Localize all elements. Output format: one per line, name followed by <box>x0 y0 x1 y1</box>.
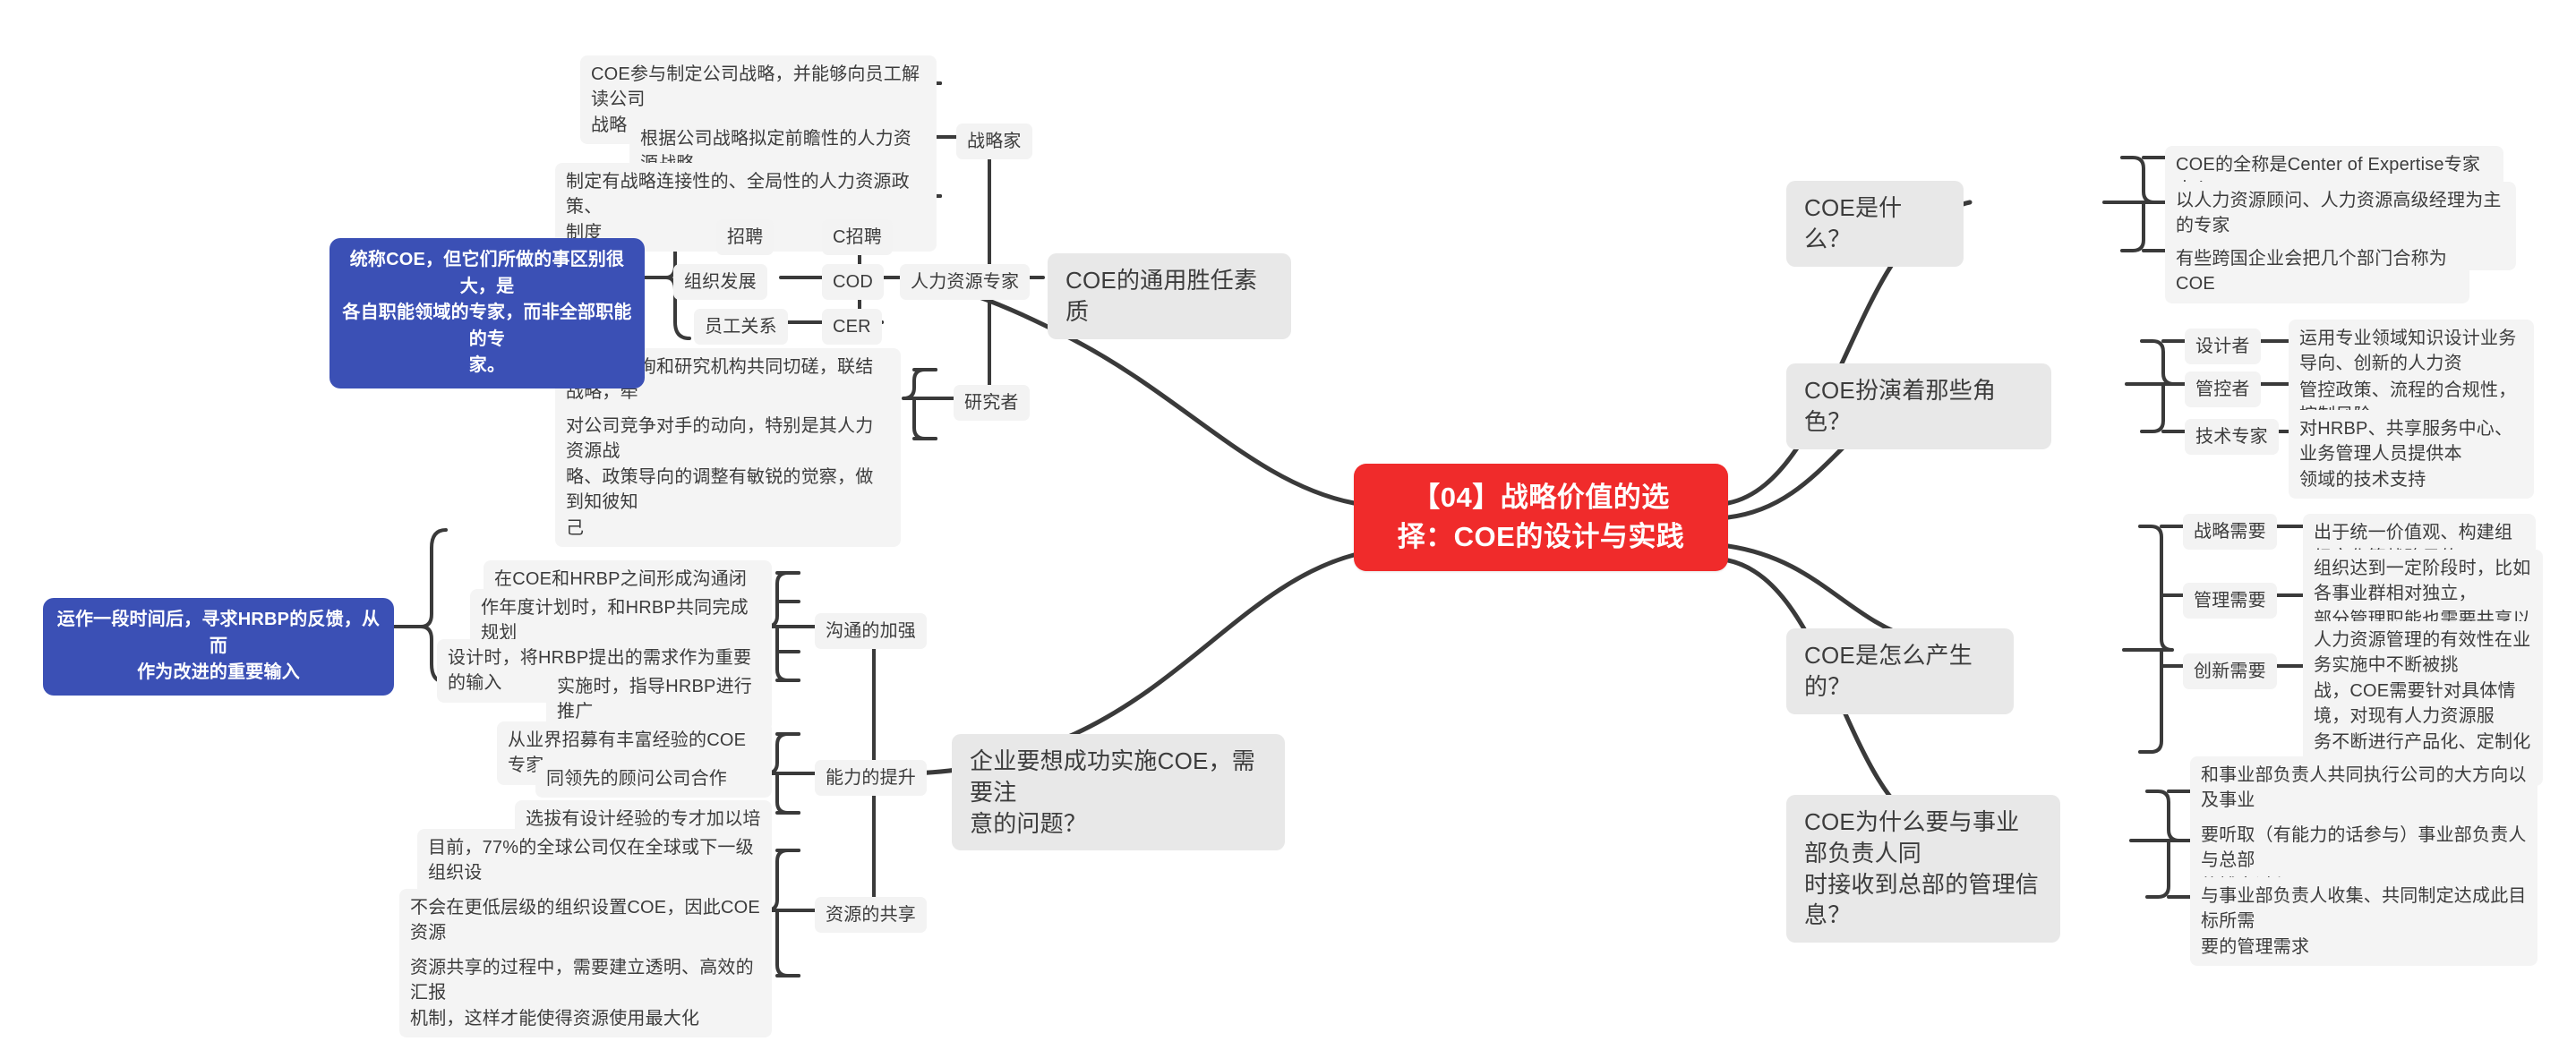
callout-coe-experts[interactable]: 统称COE，但它们所做的事区别很大，是 各自职能领域的专家，而非全部职能的专 家… <box>329 238 645 388</box>
leaf-capability-2[interactable]: 同领先的顾问公司合作 <box>535 760 772 798</box>
group-strategist[interactable]: 战略家 <box>956 124 1032 160</box>
role-controller[interactable]: 管控者 <box>2185 371 2261 408</box>
group-researcher[interactable]: 研究者 <box>954 385 1030 422</box>
group-resource-sharing[interactable]: 资源的共享 <box>815 897 927 934</box>
group-communication[interactable]: 沟通的加强 <box>815 613 927 650</box>
topic-implementation[interactable]: 企业要想成功实施COE，需要注 意的问题？ <box>952 734 1285 851</box>
mindmap-canvas: 【04】战略价值的选 择：COE的设计与实践 COE的通用胜任素质 战略家 CO… <box>0 0 2576 1050</box>
topic-origin[interactable]: COE是怎么产生的？ <box>1786 628 2014 714</box>
leaf-pair-left-recruit[interactable]: 招聘 <box>716 219 775 256</box>
leaf-pair-right-cod[interactable]: COD <box>822 264 885 301</box>
group-capability[interactable]: 能力的提升 <box>815 760 927 797</box>
origin-strategic-need[interactable]: 战略需要 <box>2183 514 2277 551</box>
leaf-resource-3[interactable]: 资源共享的过程中，需要建立透明、高效的汇报 机制，这样才能使得资源使用最大化 <box>399 949 772 1038</box>
leaf-pair-right-recruit[interactable]: C招聘 <box>822 219 894 256</box>
leaf-researcher-2[interactable]: 对公司竞争对手的动向，特别是其人力资源战 略、政策导向的调整有敏锐的觉察，做到知… <box>555 407 901 547</box>
leaf-pair-left-od[interactable]: 组织发展 <box>673 264 767 301</box>
topic-what-is-coe[interactable]: COE是什么？ <box>1786 181 1964 267</box>
topic-competency[interactable]: COE的通用胜任素质 <box>1048 253 1291 339</box>
callout-hrbp-feedback[interactable]: 运作一段时间后，寻求HRBP的反馈，从而 作为改进的重要输入 <box>43 598 394 696</box>
origin-innovation-need[interactable]: 创新需要 <box>2183 653 2277 690</box>
leaf-pair-left-er[interactable]: 员工关系 <box>694 309 788 346</box>
leaf-hq-info-3[interactable]: 与事业部负责人收集、共同制定达成此目标所需 要的管理需求 <box>2190 877 2537 967</box>
leaf-role-tech-desc[interactable]: 对HRBP、共享服务中心、业务管理人员提供本 领域的技术支持 <box>2289 410 2534 499</box>
origin-management-need[interactable]: 管理需要 <box>2183 583 2277 619</box>
central-topic[interactable]: 【04】战略价值的选 择：COE的设计与实践 <box>1354 464 1728 572</box>
group-hr-expert[interactable]: 人力资源专家 <box>900 264 1031 301</box>
topic-roles[interactable]: COE扮演着那些角色？ <box>1786 363 2051 449</box>
leaf-pair-right-cer[interactable]: CER <box>822 309 882 346</box>
topic-hq-info[interactable]: COE为什么要与事业部负责人同 时接收到总部的管理信息？ <box>1786 795 2060 943</box>
role-tech-expert[interactable]: 技术专家 <box>2185 419 2279 456</box>
leaf-what-is-coe-3[interactable]: 有些跨国企业会把几个部门合称为COE <box>2165 240 2469 303</box>
role-designer[interactable]: 设计者 <box>2185 329 2261 365</box>
